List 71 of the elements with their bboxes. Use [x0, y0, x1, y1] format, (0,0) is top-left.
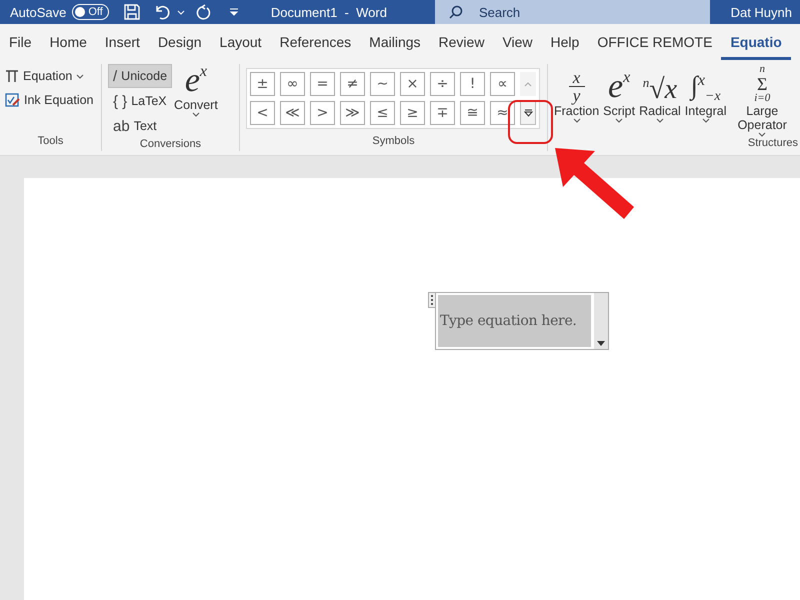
- ribbon-tab[interactable]: File: [0, 24, 41, 60]
- symbol-button[interactable]: ±: [250, 72, 275, 96]
- equation-box[interactable]: Type equation here.: [435, 292, 609, 350]
- conversion-option[interactable]: / Unicode: [108, 64, 172, 88]
- chevron-down-icon[interactable]: [702, 118, 710, 123]
- dropdown-icon[interactable]: [597, 341, 605, 346]
- chevron-down-icon[interactable]: [192, 112, 200, 117]
- chevron-down-icon[interactable]: [572, 118, 581, 123]
- group-label: Conversions: [138, 138, 202, 151]
- ribbon-tab[interactable]: View: [493, 24, 542, 60]
- group-label: Symbols: [371, 135, 416, 149]
- symbol-button[interactable]: ÷: [430, 72, 455, 96]
- ribbon-tab[interactable]: Home: [40, 24, 96, 60]
- symbol-button[interactable]: ≥: [400, 101, 425, 125]
- radical-glyph: $^{n}$√x: [642, 76, 678, 104]
- ribbon-tab[interactable]: References: [270, 24, 360, 60]
- symbol-button[interactable]: ∓: [430, 101, 455, 125]
- ribbon-tab[interactable]: OFFICE REMOTE: [588, 24, 722, 60]
- symbol-button[interactable]: ≫: [340, 101, 365, 125]
- structure-button[interactable]: $^{n}$√x Radical: [639, 64, 681, 123]
- symbol-button[interactable]: ~: [370, 72, 395, 96]
- ribbon-tab[interactable]: Insert: [96, 24, 149, 60]
- structure-button[interactable]: e$^{x}$ Script: [603, 64, 636, 123]
- more-icon[interactable]: [524, 109, 532, 117]
- chevron-down-icon[interactable]: [656, 118, 664, 123]
- text-option[interactable]: ab Text: [108, 114, 172, 138]
- symbol-button[interactable]: ≅: [460, 101, 485, 125]
- structure-button[interactable]: n Σ i=0 Large Operator: [730, 64, 794, 137]
- symbol-button[interactable]: ×: [400, 72, 425, 96]
- group-label: Structures: [746, 137, 799, 151]
- pen-icon: [5, 93, 20, 107]
- symbol-button[interactable]: !: [460, 72, 485, 96]
- search-icon: [448, 5, 463, 19]
- symbol-button[interactable]: ≪: [280, 101, 305, 125]
- customize-toolbar-icon[interactable]: [228, 8, 239, 16]
- conversion-option[interactable]: { } LaTeX: [108, 89, 172, 113]
- script-glyph: e$^{x}$: [608, 70, 630, 104]
- equation-placeholder: Type equation here.: [438, 295, 591, 347]
- search-field[interactable]: Search: [434, 0, 710, 24]
- save-icon[interactable]: [122, 3, 141, 21]
- undo-dropdown-icon[interactable]: [176, 10, 185, 14]
- highlight-ring: [508, 100, 553, 144]
- equation-button[interactable]: Equation: [0, 64, 90, 88]
- symbol-button[interactable]: >: [310, 101, 335, 125]
- chevron-down-icon[interactable]: [615, 118, 624, 123]
- convert-button[interactable]: e$^{x}$ Convert: [174, 64, 218, 117]
- symbol-button[interactable]: ∞: [280, 72, 305, 96]
- autosave-toggle[interactable]: Off: [72, 4, 109, 20]
- symbol-button[interactable]: ≤: [370, 101, 395, 125]
- chevron-down-icon[interactable]: [76, 74, 84, 78]
- user-name: Dat Huynh: [730, 4, 792, 20]
- symbol-button[interactable]: <: [250, 101, 275, 125]
- symbol-button[interactable]: ∝: [490, 72, 515, 96]
- symbol-button[interactable]: ≈: [490, 101, 515, 125]
- ribbon-tab[interactable]: Mailings: [360, 24, 430, 60]
- structure-button[interactable]: x y Fraction: [554, 64, 600, 123]
- ribbon-tab[interactable]: Review: [430, 24, 494, 60]
- chevron-down-icon[interactable]: [758, 132, 766, 137]
- document-title: Document1 - Word: [270, 4, 387, 20]
- symbol-button[interactable]: =: [310, 72, 335, 96]
- large-operator-glyph: n Σ i=0: [754, 64, 770, 104]
- symbol-button[interactable]: ≠: [340, 72, 365, 96]
- ribbon-tab[interactable]: Help: [542, 24, 588, 60]
- group-label: Tools: [36, 135, 64, 149]
- ribbon-tab[interactable]: Design: [148, 24, 211, 60]
- autosave-label: AutoSave: [10, 4, 66, 20]
- pi-icon: [5, 69, 19, 83]
- redo-icon[interactable]: [194, 3, 213, 21]
- ribbon-tab[interactable]: Layout: [210, 24, 271, 60]
- ink-equation-button[interactable]: Ink Equation: [0, 88, 98, 112]
- fraction-glyph: x y: [568, 69, 585, 104]
